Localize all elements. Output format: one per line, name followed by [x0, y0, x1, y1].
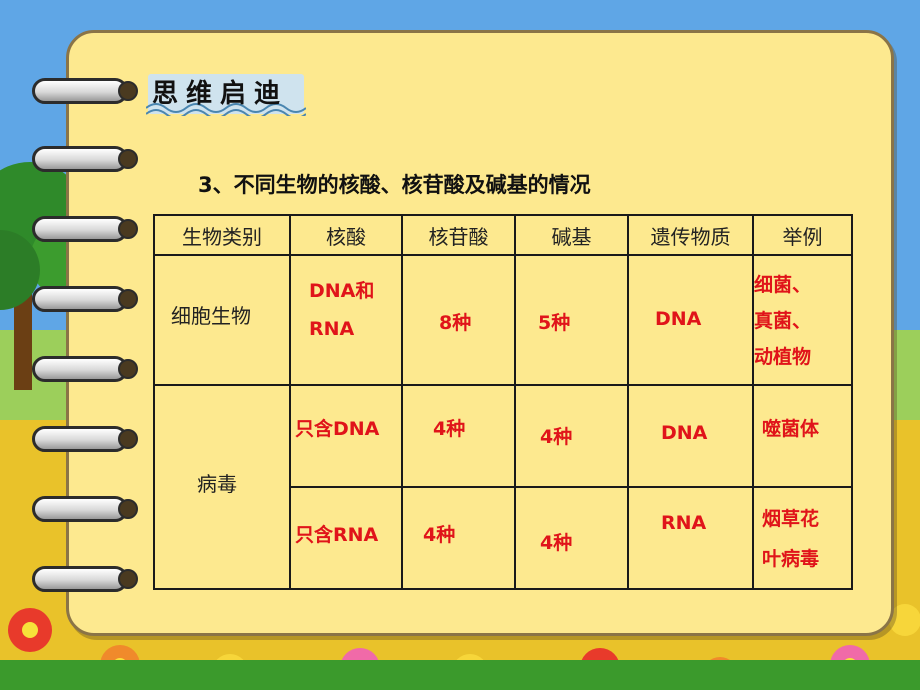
dna-virus-nucleotides: 4种: [433, 418, 466, 440]
dna-virus-example: 噬菌体: [762, 418, 820, 440]
binder-ring: [32, 426, 138, 452]
cellular-nucleic-acid-cell: DNA和 RNA: [289, 254, 403, 386]
cellular-nucleic-acid-line2: RNA: [309, 318, 355, 340]
rna-virus-base-cell: 4种: [514, 486, 629, 590]
dna-virus-nucleic-acid: 只含DNA: [295, 418, 380, 440]
virus-category: 病毒: [197, 472, 237, 496]
table-row: 细胞生物 DNA和 RNA 8种 5种 DNA 细菌、 真菌、 动植物: [153, 254, 853, 386]
dna-virus-nucleotide-cell: 4种: [401, 384, 516, 488]
cellular-nucleic-acid-line1: DNA和: [309, 280, 375, 302]
header-organism-type: 生物类别: [153, 214, 291, 256]
dna-virus-bases: 4种: [540, 426, 573, 448]
dna-virus-nucleic-acid-cell: 只含DNA: [289, 384, 403, 488]
rna-virus-nucleotide-cell: 4种: [401, 486, 516, 590]
table-header-row: 生物类别 核酸 核苷酸 碱基 遗传物质 举例: [153, 214, 853, 256]
cellular-example-cell: 细菌、 真菌、 动植物: [752, 254, 853, 386]
cellular-example-line1: 细菌、: [754, 274, 812, 296]
rna-virus-nucleic-acid-cell: 只含RNA: [289, 486, 403, 590]
rna-virus-bases: 4种: [540, 532, 573, 554]
cellular-genetic-material-cell: DNA: [627, 254, 754, 386]
cellular-bases: 5种: [538, 312, 571, 334]
rna-virus-example-line2: 叶病毒: [762, 548, 820, 570]
header-nucleotide: 核苷酸: [401, 214, 516, 256]
cellular-example-line2: 真菌、: [754, 310, 812, 332]
binder-ring: [32, 496, 138, 522]
dna-virus-genetic-material-cell: DNA: [627, 384, 754, 488]
binder-ring: [32, 356, 138, 382]
header-genetic-material: 遗传物质: [627, 214, 754, 256]
cellular-nucleotide-cell: 8种: [401, 254, 516, 386]
cellular-genetic-material: DNA: [655, 308, 702, 330]
section-heading: 思维启迪: [152, 79, 289, 109]
virus-category-cell: 病毒: [153, 384, 291, 590]
dna-virus-base-cell: 4种: [514, 384, 629, 488]
cellular-category: 细胞生物: [171, 304, 251, 328]
cellular-example-line3: 动植物: [754, 346, 812, 368]
nucleic-acid-table: 生物类别 核酸 核苷酸 碱基 遗传物质 举例 细胞生物 DNA和 RNA 8种 …: [153, 214, 853, 590]
header-base: 碱基: [514, 214, 629, 256]
cellular-category-cell: 细胞生物: [153, 254, 291, 386]
rna-virus-example-cell: 烟草花 叶病毒: [752, 486, 853, 590]
binder-ring: [32, 146, 138, 172]
binder-ring: [32, 78, 138, 104]
rna-virus-genetic-material-cell: RNA: [627, 486, 754, 590]
binder-ring: [32, 566, 138, 592]
cellular-base-cell: 5种: [514, 254, 629, 386]
rna-virus-example-line1: 烟草花: [762, 508, 820, 530]
binder-ring: [32, 286, 138, 312]
header-nucleic-acid: 核酸: [289, 214, 403, 256]
rna-virus-nucleic-acid: 只含RNA: [295, 524, 379, 546]
header-example: 举例: [752, 214, 853, 256]
dna-virus-example-cell: 噬菌体: [752, 384, 853, 488]
table-row: 病毒 只含DNA 4种 4种 DNA 噬菌体: [153, 384, 853, 590]
question-title: 3、不同生物的核酸、核苷酸及碱基的情况: [198, 173, 591, 197]
rna-virus-genetic-material: RNA: [661, 512, 707, 534]
cellular-nucleotides: 8种: [439, 312, 472, 334]
dna-virus-genetic-material: DNA: [661, 422, 708, 444]
binder-ring: [32, 216, 138, 242]
rna-virus-nucleotides: 4种: [423, 524, 456, 546]
